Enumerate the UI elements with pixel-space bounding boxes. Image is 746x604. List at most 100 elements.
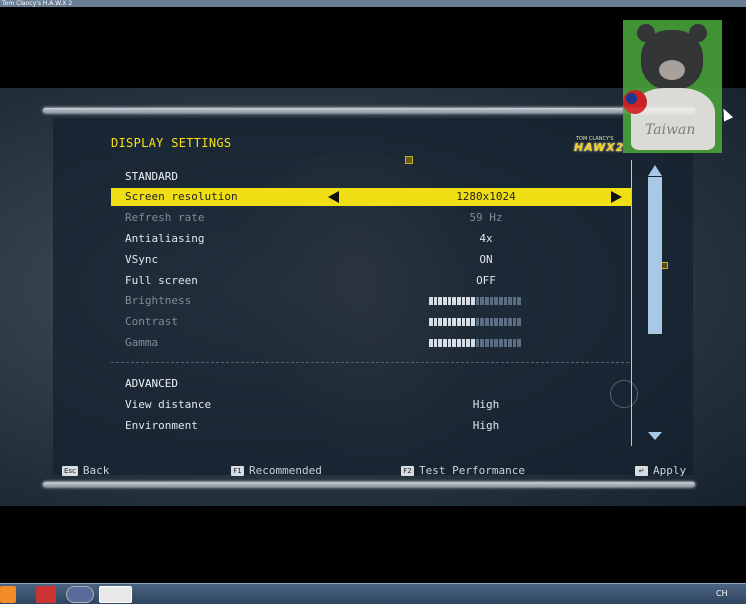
app-icon[interactable] — [99, 586, 132, 603]
slider-segment — [461, 297, 466, 305]
contrast-slider[interactable] — [429, 318, 522, 326]
f1-key-icon: F1 — [231, 465, 244, 476]
setting-value: ON — [479, 253, 493, 266]
slider-segment — [442, 339, 447, 347]
slider-segment — [470, 318, 475, 326]
slider-segment — [433, 318, 438, 326]
slider-segment — [475, 339, 480, 347]
slider-segment — [489, 339, 494, 347]
taiwan-bear-watermark: Taiwan — [623, 20, 722, 153]
setting-antialiasing[interactable]: Antialiasing 4x — [111, 230, 631, 248]
taiwan-flag-icon — [623, 90, 647, 114]
watermark-text: Taiwan — [645, 122, 696, 138]
slider-segment — [470, 339, 475, 347]
setting-value: 4x — [479, 232, 493, 245]
setting-refresh-rate[interactable]: Refresh rate 59 Hz — [111, 209, 631, 227]
setting-label: Contrast — [125, 315, 178, 328]
slider-segment — [517, 339, 522, 347]
setting-brightness[interactable]: Brightness — [111, 292, 631, 310]
setting-contrast[interactable]: Contrast — [111, 313, 631, 331]
game-logo: TOM CLANCY'S HAWX2 — [574, 136, 630, 156]
apply-button[interactable]: ↵ Apply — [635, 464, 686, 477]
back-button[interactable]: Esc Back — [62, 464, 109, 477]
enter-key-icon: ↵ — [635, 465, 648, 476]
esc-key-icon: Esc — [62, 465, 78, 476]
apply-label: Apply — [653, 464, 687, 477]
slider-segment — [484, 339, 489, 347]
setting-view-distance[interactable]: View distance High — [111, 396, 631, 414]
slider-segment — [429, 318, 433, 326]
back-label: Back — [82, 464, 110, 477]
setting-gamma[interactable]: Gamma — [111, 334, 631, 352]
slider-segment — [452, 339, 456, 347]
slider-segment — [489, 297, 494, 305]
setting-vsync[interactable]: VSync ON — [111, 251, 631, 269]
slider-segment — [480, 339, 484, 347]
slider-segment — [475, 297, 480, 305]
map-marker-icon — [661, 262, 668, 269]
slider-segment — [447, 318, 452, 326]
slider-segment — [489, 318, 494, 326]
slider-segment — [429, 339, 433, 347]
arrow-right-icon[interactable] — [611, 191, 622, 203]
scrollbar-track — [631, 160, 632, 446]
scroll-up-arrow-icon[interactable] — [648, 165, 662, 176]
section-standard-heading: STANDARD — [125, 170, 178, 183]
slider-segment — [438, 297, 442, 305]
scrollbar-thumb[interactable] — [648, 177, 662, 334]
slider-segment — [461, 339, 466, 347]
setting-label: Gamma — [125, 336, 159, 349]
recommended-button[interactable]: F1 Recommended — [231, 464, 322, 477]
panel-top-rail — [43, 108, 695, 113]
slider-segment — [503, 339, 508, 347]
page-title: DISPLAY SETTINGS — [111, 136, 232, 150]
setting-value: High — [472, 419, 500, 432]
setting-label: Brightness — [125, 294, 192, 307]
app-icon[interactable] — [36, 586, 56, 603]
slider-segment — [438, 318, 442, 326]
slider-segment — [429, 297, 433, 305]
gamma-slider[interactable] — [429, 339, 522, 347]
slider-segment — [456, 297, 461, 305]
slider-segment — [438, 339, 442, 347]
window-titlebar: Tom Clancy's H.A.W.X 2 — [0, 0, 746, 7]
slider-segment — [512, 297, 517, 305]
slider-segment — [456, 339, 461, 347]
slider-segment — [447, 297, 452, 305]
slider-segment — [512, 339, 517, 347]
slider-segment — [461, 318, 466, 326]
slider-segment — [484, 318, 489, 326]
slider-segment — [452, 318, 456, 326]
slider-segment — [447, 339, 452, 347]
arrow-left-icon[interactable] — [328, 191, 339, 203]
start-button-icon[interactable] — [0, 586, 16, 603]
test-performance-label: Test Performance — [419, 464, 525, 477]
slider-segment — [494, 339, 498, 347]
app-icon[interactable] — [66, 586, 94, 603]
setting-environment[interactable]: Environment High — [111, 417, 631, 435]
slider-segment — [494, 297, 498, 305]
slider-segment — [480, 297, 484, 305]
setting-label: VSync — [125, 253, 159, 266]
slider-segment — [498, 339, 503, 347]
setting-label: Environment — [125, 419, 198, 432]
logo-text: HAWX2 — [574, 141, 625, 154]
setting-full-screen[interactable]: Full screen OFF — [111, 272, 631, 290]
bear-snout — [659, 60, 685, 80]
slider-segment — [466, 339, 470, 347]
setting-screen-resolution[interactable]: Screen resolution 1280x1024 — [111, 188, 631, 206]
slider-segment — [456, 318, 461, 326]
scroll-down-arrow-icon[interactable] — [648, 432, 662, 440]
slider-segment — [470, 297, 475, 305]
slider-segment — [466, 318, 470, 326]
slider-segment — [433, 297, 438, 305]
footer-bar: Esc Back F1 Recommended F2 Test Performa… — [53, 455, 693, 485]
brightness-slider[interactable] — [429, 297, 522, 305]
slider-segment — [498, 297, 503, 305]
language-indicator[interactable]: CH — [716, 589, 728, 598]
setting-value: OFF — [476, 274, 496, 287]
test-performance-button[interactable]: F2 Test Performance — [401, 464, 525, 477]
map-marker-icon — [405, 156, 413, 164]
f2-key-icon: F2 — [401, 465, 414, 476]
slider-segment — [442, 318, 447, 326]
